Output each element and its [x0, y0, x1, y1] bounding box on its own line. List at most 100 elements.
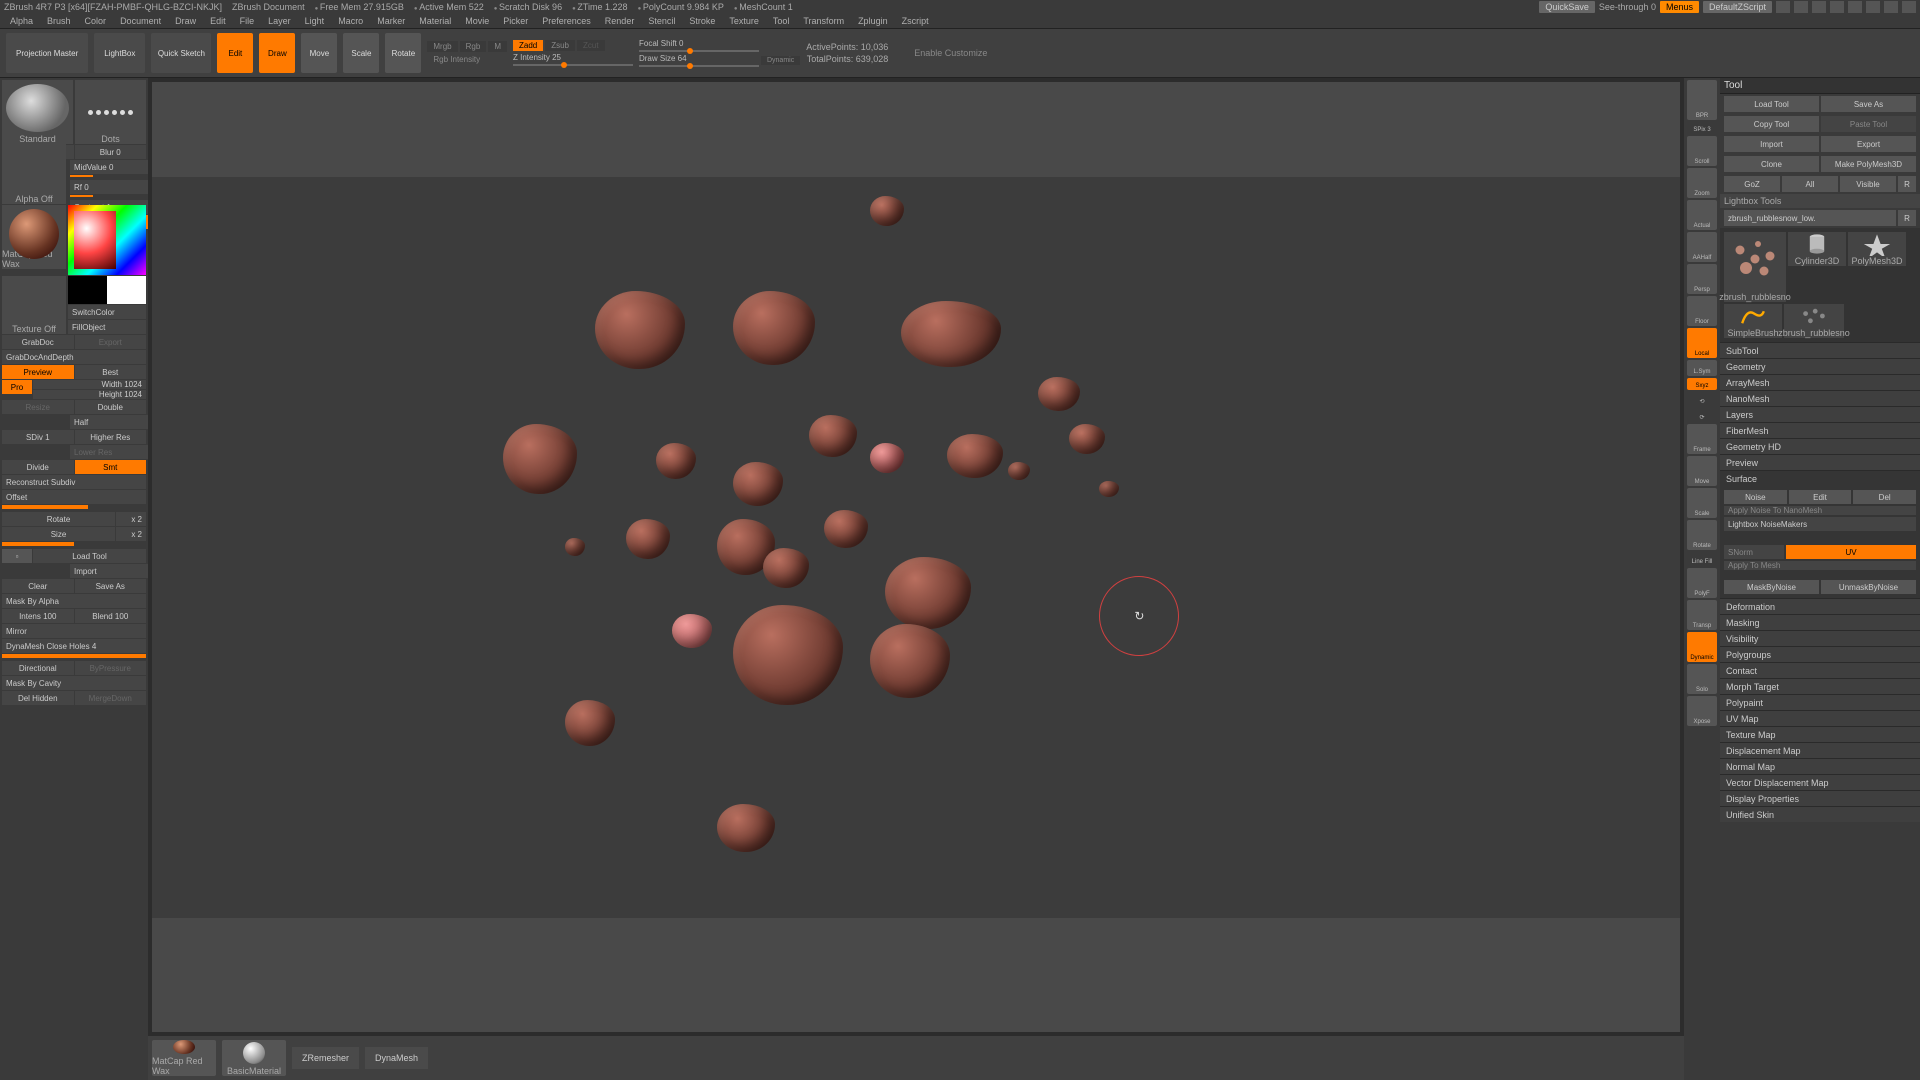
aahalf-icon[interactable]: AAHalf — [1687, 232, 1717, 262]
m-toggle[interactable]: M — [488, 41, 507, 52]
black-swatch[interactable] — [68, 276, 107, 304]
frame-icon[interactable]: Frame — [1687, 424, 1717, 454]
window-icon[interactable] — [1776, 1, 1790, 13]
make-polymesh-button[interactable]: Make PolyMesh3D — [1821, 156, 1916, 172]
window-icon[interactable] — [1830, 1, 1844, 13]
window-icon[interactable] — [1794, 1, 1808, 13]
tool-thumb[interactable]: Cylinder3D — [1788, 232, 1846, 266]
tool-thumb[interactable]: PolyMesh3D — [1848, 232, 1906, 266]
section-nanomesh[interactable]: NanoMesh — [1720, 390, 1920, 406]
switchcolor-button[interactable]: SwitchColor — [68, 305, 146, 319]
mask-by-alpha[interactable]: Mask By Alpha — [2, 594, 146, 608]
menu-item[interactable]: Tool — [767, 16, 796, 26]
menu-item[interactable]: Stroke — [683, 16, 721, 26]
zcut-toggle[interactable]: Zcut — [577, 40, 605, 51]
load-tool-button[interactable]: Load Tool — [33, 549, 146, 563]
section-display[interactable]: Display Properties — [1720, 790, 1920, 806]
section-normalmap[interactable]: Normal Map — [1720, 758, 1920, 774]
section-vectordisp[interactable]: Vector Displacement Map — [1720, 774, 1920, 790]
menu-item[interactable]: Texture — [723, 16, 765, 26]
sxyz-icon[interactable]: Sxyz — [1687, 378, 1717, 390]
edit-button[interactable]: Edit — [217, 33, 253, 73]
lsym-icon[interactable]: L.Sym — [1687, 360, 1717, 376]
section-surface[interactable]: Surface — [1720, 470, 1920, 486]
axis-icon[interactable]: ⟲ — [1687, 392, 1717, 406]
section-uvmap[interactable]: UV Map — [1720, 710, 1920, 726]
xpose-icon[interactable]: Xpose — [1687, 696, 1717, 726]
clone-button[interactable]: Clone — [1724, 156, 1819, 172]
material-chip[interactable]: BasicMaterial — [222, 1040, 286, 1076]
rotate-icon[interactable]: Rotate — [1687, 520, 1717, 550]
menu-item[interactable]: Zscript — [896, 16, 935, 26]
clear-button[interactable]: Clear — [2, 579, 74, 593]
lightbox-tools[interactable]: Lightbox Tools — [1720, 194, 1920, 208]
menu-item[interactable]: Layer — [262, 16, 297, 26]
higher-res-button[interactable]: Higher Res — [75, 430, 147, 444]
draw-button[interactable]: Draw — [259, 33, 295, 73]
maskbynoise-button[interactable]: MaskByNoise — [1724, 580, 1819, 594]
section-fibermesh[interactable]: FiberMesh — [1720, 422, 1920, 438]
dynamesh-close-holes[interactable]: DynaMesh Close Holes 4 — [2, 639, 146, 653]
axis-icon[interactable]: ⟳ — [1687, 408, 1717, 422]
size-slider[interactable] — [2, 542, 74, 546]
dynamesh-slider[interactable] — [2, 654, 146, 658]
sdiv-field[interactable]: SDiv 1 — [2, 430, 74, 444]
mergedown-button[interactable]: MergeDown — [75, 691, 147, 705]
fillobject-button[interactable]: FillObject — [68, 320, 146, 334]
offset-slider[interactable] — [2, 505, 88, 509]
zsub-toggle[interactable]: Zsub — [545, 40, 575, 51]
load-tool-button[interactable]: Load Tool — [1724, 96, 1819, 112]
section-polypaint[interactable]: Polypaint — [1720, 694, 1920, 710]
menu-item[interactable]: Marker — [371, 16, 411, 26]
import-button[interactable]: Import — [70, 564, 148, 578]
section-subtool[interactable]: SubTool — [1720, 342, 1920, 358]
resize-button[interactable]: Resize — [2, 400, 74, 414]
copy-tool-button[interactable]: Copy Tool — [1724, 116, 1819, 132]
section-geometry[interactable]: Geometry — [1720, 358, 1920, 374]
window-icon[interactable] — [1848, 1, 1862, 13]
edit-button[interactable]: Edit — [1789, 490, 1852, 504]
menu-item[interactable]: Preferences — [536, 16, 597, 26]
unmaskbynoise-button[interactable]: UnmaskByNoise — [1821, 580, 1916, 594]
all-button[interactable]: All — [1782, 176, 1838, 192]
section-arraymesh[interactable]: ArrayMesh — [1720, 374, 1920, 390]
import-button[interactable]: Import — [1724, 136, 1819, 152]
menu-item[interactable]: Material — [413, 16, 457, 26]
zremesher-button[interactable]: ZRemesher — [292, 1047, 359, 1069]
half-button[interactable]: Half — [70, 415, 148, 429]
color-picker[interactable] — [68, 205, 146, 275]
intens-field[interactable]: Intens 100 — [2, 609, 74, 623]
noise-button[interactable]: Noise — [1724, 490, 1787, 504]
smt-toggle[interactable]: Smt — [75, 460, 147, 474]
window-icon[interactable] — [1866, 1, 1880, 13]
rgb-toggle[interactable]: Rgb — [460, 41, 487, 52]
pro-toggle[interactable]: Pro — [2, 380, 32, 394]
texture-thumb[interactable]: Texture Off — [2, 276, 66, 334]
apply-to-mesh[interactable]: Apply To Mesh — [1724, 561, 1916, 570]
tool-thumb[interactable]: zbrush_rubblesno — [1784, 304, 1844, 338]
z-intensity-label[interactable]: Z Intensity 25 — [513, 53, 633, 62]
section-layers[interactable]: Layers — [1720, 406, 1920, 422]
floor-icon[interactable]: Floor — [1687, 296, 1717, 326]
uv-toggle[interactable]: UV — [1786, 545, 1916, 559]
window-icon[interactable] — [1884, 1, 1898, 13]
window-icon[interactable] — [1902, 1, 1916, 13]
save-as-button[interactable]: Save As — [1821, 96, 1916, 112]
directional-button[interactable]: Directional — [2, 661, 74, 675]
zoom-icon[interactable]: Zoom — [1687, 168, 1717, 198]
material-chip[interactable]: MatCap Red Wax — [152, 1040, 216, 1076]
mask-by-cavity[interactable]: Mask By Cavity — [2, 676, 146, 690]
brush-thumb[interactable]: Standard — [2, 80, 73, 144]
menu-item[interactable]: Transform — [797, 16, 850, 26]
tool-thumb[interactable]: SimpleBrush — [1724, 304, 1782, 338]
draw-size-label[interactable]: Draw Size 64 — [639, 54, 759, 63]
offset-field[interactable]: Offset — [2, 490, 146, 504]
rotate-field[interactable]: Rotate — [2, 512, 115, 526]
section-visibility[interactable]: Visibility — [1720, 630, 1920, 646]
best-button[interactable]: Best — [75, 365, 147, 379]
del-button[interactable]: Del — [1853, 490, 1916, 504]
persp-icon[interactable]: Persp — [1687, 264, 1717, 294]
menu-item[interactable]: Document — [114, 16, 167, 26]
dynamic-toggle[interactable]: Dynamic — [761, 56, 800, 65]
visible-button[interactable]: Visible — [1840, 176, 1896, 192]
